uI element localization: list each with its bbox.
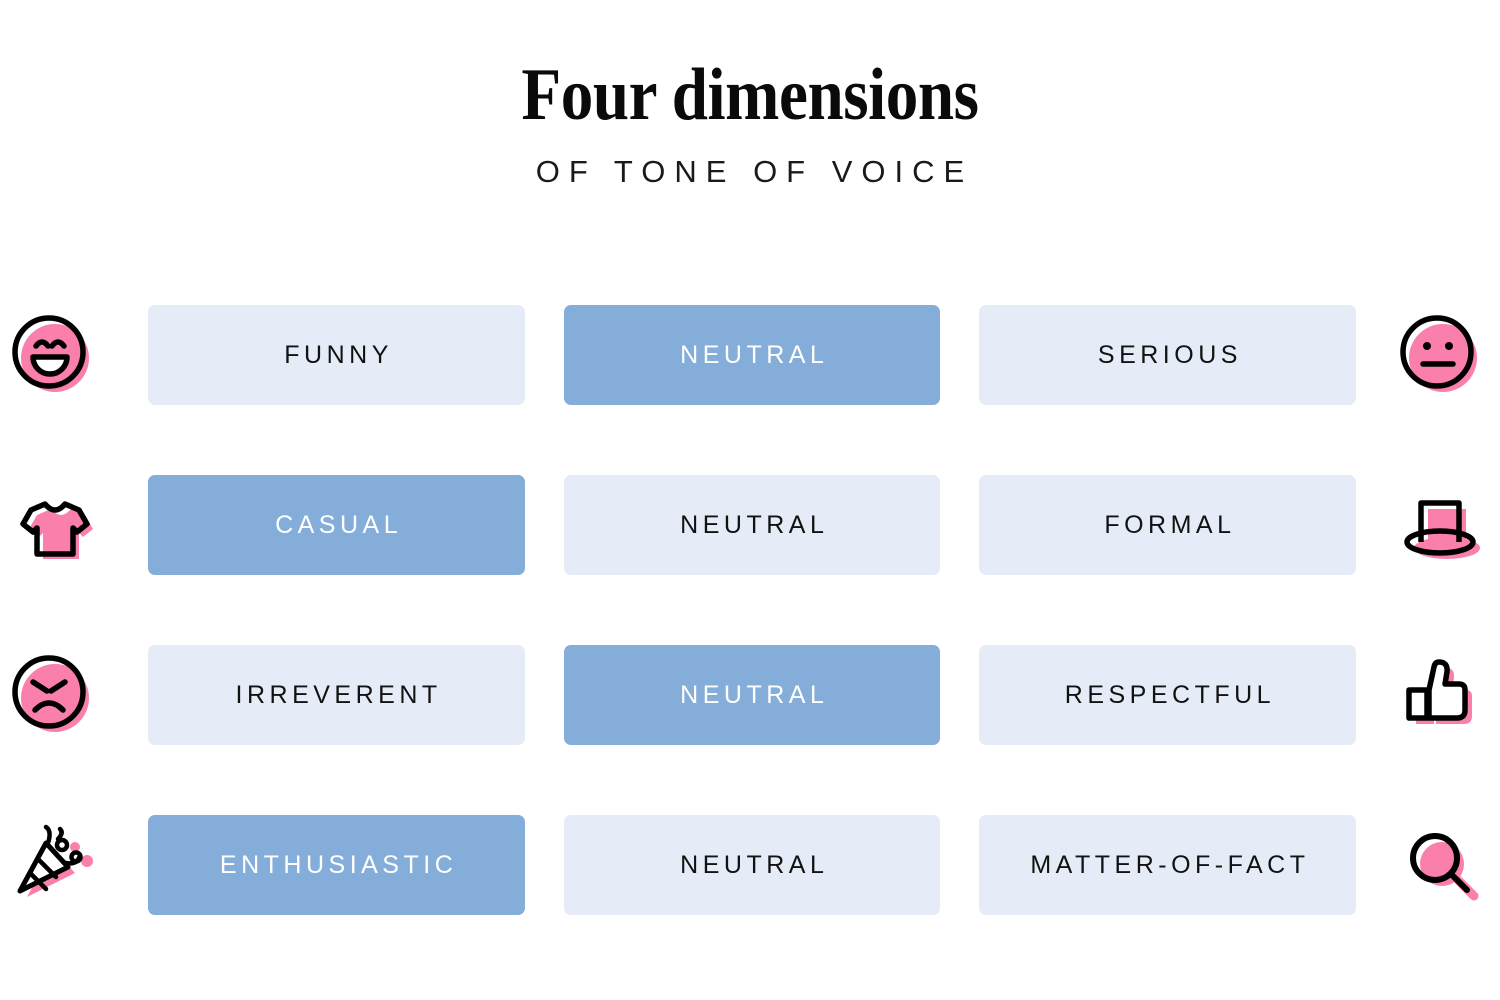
tone-dimensions-grid: FUNNY NEUTRAL SERIOUS CASUAL NEUTRAL FOR… bbox=[0, 305, 1500, 915]
party-popper-icon bbox=[4, 817, 100, 913]
row-cells: ENTHUSIASTIC NEUTRAL MATTER-OF-FACT bbox=[148, 815, 1357, 915]
tone-cell-neutral-respect[interactable]: NEUTRAL bbox=[563, 645, 941, 745]
angry-face-icon bbox=[4, 647, 100, 743]
tone-cell-serious[interactable]: SERIOUS bbox=[979, 305, 1357, 405]
tone-cell-neutral-formality[interactable]: NEUTRAL bbox=[563, 475, 941, 575]
tone-cell-matter-of-fact[interactable]: MATTER-OF-FACT bbox=[979, 815, 1357, 915]
magnifying-glass-icon bbox=[1392, 817, 1488, 913]
row-cells: CASUAL NEUTRAL FORMAL bbox=[148, 475, 1357, 575]
dimension-row: IRREVERENT NEUTRAL RESPECTFUL bbox=[0, 645, 1500, 745]
tone-cell-irreverent[interactable]: IRREVERENT bbox=[148, 645, 525, 745]
dimension-row: FUNNY NEUTRAL SERIOUS bbox=[0, 305, 1500, 405]
page-header: Four dimensions OF TONE OF VOICE bbox=[0, 0, 1500, 190]
row-cells: IRREVERENT NEUTRAL RESPECTFUL bbox=[148, 645, 1357, 745]
t-shirt-icon bbox=[4, 477, 100, 573]
thumbs-up-icon bbox=[1392, 647, 1488, 743]
tone-cell-neutral-humor[interactable]: NEUTRAL bbox=[563, 305, 941, 405]
tone-cell-neutral-enthusiasm[interactable]: NEUTRAL bbox=[563, 815, 941, 915]
tone-cell-respectful[interactable]: RESPECTFUL bbox=[979, 645, 1357, 745]
page-subtitle: OF TONE OF VOICE bbox=[535, 154, 974, 189]
neutral-face-icon bbox=[1392, 307, 1488, 403]
row-cells: FUNNY NEUTRAL SERIOUS bbox=[148, 305, 1357, 405]
tone-cell-funny[interactable]: FUNNY bbox=[148, 305, 525, 405]
dimension-row: ENTHUSIASTIC NEUTRAL MATTER-OF-FACT bbox=[0, 815, 1500, 915]
tone-cell-formal[interactable]: FORMAL bbox=[979, 475, 1357, 575]
dimension-row: CASUAL NEUTRAL FORMAL bbox=[0, 475, 1500, 575]
tone-cell-casual[interactable]: CASUAL bbox=[148, 475, 525, 575]
laughing-face-icon bbox=[4, 307, 100, 403]
page-title: Four dimensions bbox=[521, 54, 979, 136]
top-hat-icon bbox=[1392, 477, 1488, 573]
tone-cell-enthusiastic[interactable]: ENTHUSIASTIC bbox=[148, 815, 525, 915]
